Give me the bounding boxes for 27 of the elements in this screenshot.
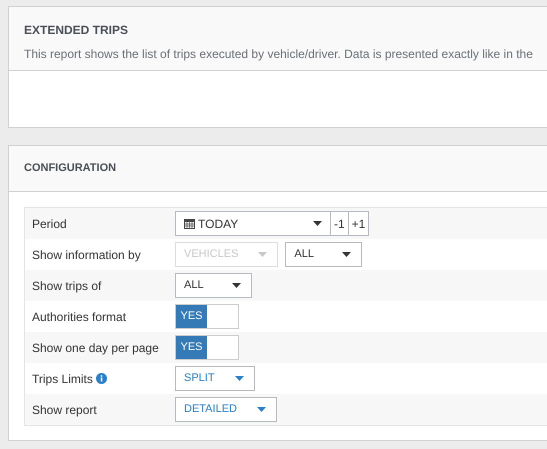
configuration-title: CONFIGURATION [24,161,116,176]
calendar-icon [184,218,195,229]
field-label: Trips Limits [32,370,93,388]
step-button[interactable]: +1 [348,211,370,236]
dropdown-select[interactable]: ALL [175,273,252,298]
step-button[interactable]: -1 [331,211,349,236]
field-label: Authorities format [32,308,126,326]
caret-icon [234,376,244,381]
dropdown-select[interactable]: DETAILED [175,397,277,422]
caret-icon [232,283,241,288]
toggle-switch[interactable]: YES [175,304,239,329]
dropdown-select[interactable]: SPLIT [175,366,255,391]
period-select[interactable]: TODAY [175,211,331,236]
report-description: This report shows the list of trips executed by vehicle/driver. Data is presented exactly like in the [24,46,534,63]
field-label: Show trips of [32,278,102,294]
dropdown-select[interactable]: ALL [285,242,362,267]
caret-icon [313,221,322,226]
field-label: Show one day per page [32,340,159,356]
field-label: Show information by [32,246,141,264]
field-label: Show report [32,402,97,418]
caret-icon [256,407,266,412]
caret-icon [342,252,352,257]
report-title: EXTENDED TRIPS [24,22,130,39]
field-label: Period [32,216,67,232]
caret-icon [258,252,268,257]
toggle-switch[interactable]: YES [175,335,239,360]
info-icon[interactable] [96,373,107,384]
